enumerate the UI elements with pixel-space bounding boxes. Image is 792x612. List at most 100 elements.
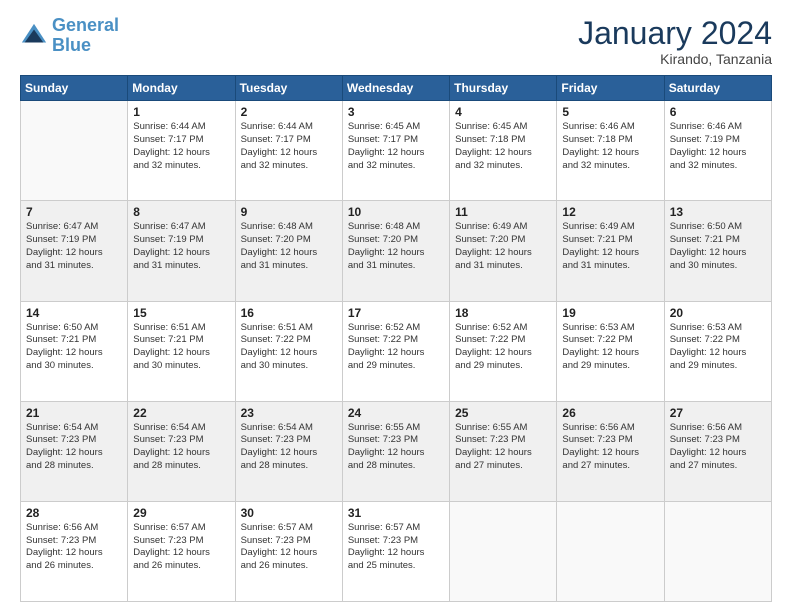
weekday-header-tuesday: Tuesday xyxy=(235,76,342,101)
page: General Blue January 2024 Kirando, Tanza… xyxy=(0,0,792,612)
day-number: 6 xyxy=(670,105,766,119)
day-number: 25 xyxy=(455,406,551,420)
day-info: Sunrise: 6:50 AM Sunset: 7:21 PM Dayligh… xyxy=(26,322,122,373)
logo-blue: Blue xyxy=(52,35,91,55)
day-number: 20 xyxy=(670,306,766,320)
day-cell: 5 Sunrise: 6:46 AM Sunset: 7:18 PM Daylig… xyxy=(557,101,664,201)
day-number: 12 xyxy=(562,205,658,219)
day-cell: 17 Sunrise: 6:52 AM Sunset: 7:22 PM Dayli… xyxy=(342,301,449,401)
day-number: 13 xyxy=(670,205,766,219)
day-info: Sunrise: 6:55 AM Sunset: 7:23 PM Dayligh… xyxy=(455,422,551,473)
day-cell: 28 Sunrise: 6:56 AM Sunset: 7:23 PM Dayli… xyxy=(21,501,128,601)
calendar-table: SundayMondayTuesdayWednesdayThursdayFrid… xyxy=(20,75,772,602)
day-cell: 18Sunrise: 6:52 AM Sunset: 7:22 PM Dayli… xyxy=(450,301,557,401)
day-cell: 22 Sunrise: 6:54 AM Sunset: 7:23 PM Dayli… xyxy=(128,401,235,501)
day-info: Sunrise: 6:56 AM Sunset: 7:23 PM Dayligh… xyxy=(670,422,766,473)
week-row-3: 21 Sunrise: 6:54 AM Sunset: 7:23 PM Dayli… xyxy=(21,401,772,501)
day-info: Sunrise: 6:53 AM Sunset: 7:22 PM Dayligh… xyxy=(670,322,766,373)
day-cell xyxy=(664,501,771,601)
day-info: Sunrise: 6:54 AM Sunset: 7:23 PM Dayligh… xyxy=(26,422,122,473)
day-cell: 12 Sunrise: 6:49 AM Sunset: 7:21 PM Dayli… xyxy=(557,201,664,301)
day-number: 8 xyxy=(133,205,229,219)
day-cell: 2Sunrise: 6:44 AM Sunset: 7:17 PM Daylig… xyxy=(235,101,342,201)
day-info: Sunrise: 6:47 AM Sunset: 7:19 PM Dayligh… xyxy=(26,221,122,272)
day-number: 27 xyxy=(670,406,766,420)
day-number: 11 xyxy=(455,205,551,219)
weekday-header-monday: Monday xyxy=(128,76,235,101)
day-cell: 31 Sunrise: 6:57 AM Sunset: 7:23 PM Dayli… xyxy=(342,501,449,601)
day-cell: 29 Sunrise: 6:57 AM Sunset: 7:23 PM Dayli… xyxy=(128,501,235,601)
day-cell: 1 Sunrise: 6:44 AM Sunset: 7:17 PM Daylig… xyxy=(128,101,235,201)
day-number: 16 xyxy=(241,306,337,320)
logo-icon xyxy=(20,22,48,50)
day-info: Sunrise: 6:49 AM Sunset: 7:21 PM Dayligh… xyxy=(562,221,658,272)
day-info: Sunrise: 6:55 AM Sunset: 7:23 PM Dayligh… xyxy=(348,422,444,473)
day-number: 22 xyxy=(133,406,229,420)
day-info: Sunrise: 6:52 AM Sunset: 7:22 PM Dayligh… xyxy=(348,322,444,373)
day-number: 17 xyxy=(348,306,444,320)
weekday-header-thursday: Thursday xyxy=(450,76,557,101)
day-info: Sunrise: 6:51 AM Sunset: 7:21 PM Dayligh… xyxy=(133,322,229,373)
day-cell: 8Sunrise: 6:47 AM Sunset: 7:19 PM Daylig… xyxy=(128,201,235,301)
day-cell: 27 Sunrise: 6:56 AM Sunset: 7:23 PM Dayli… xyxy=(664,401,771,501)
weekday-header-sunday: Sunday xyxy=(21,76,128,101)
week-row-1: 7 Sunrise: 6:47 AM Sunset: 7:19 PM Daylig… xyxy=(21,201,772,301)
day-cell: 25 Sunrise: 6:55 AM Sunset: 7:23 PM Dayli… xyxy=(450,401,557,501)
day-number: 18 xyxy=(455,306,551,320)
location: Kirando, Tanzania xyxy=(578,51,772,67)
header: General Blue January 2024 Kirando, Tanza… xyxy=(20,16,772,67)
weekday-header-friday: Friday xyxy=(557,76,664,101)
day-info: Sunrise: 6:57 AM Sunset: 7:23 PM Dayligh… xyxy=(133,522,229,573)
day-number: 15 xyxy=(133,306,229,320)
day-info: Sunrise: 6:57 AM Sunset: 7:23 PM Dayligh… xyxy=(348,522,444,573)
day-info: Sunrise: 6:54 AM Sunset: 7:23 PM Dayligh… xyxy=(133,422,229,473)
day-cell: 3Sunrise: 6:45 AM Sunset: 7:17 PM Daylig… xyxy=(342,101,449,201)
day-info: Sunrise: 6:49 AM Sunset: 7:20 PM Dayligh… xyxy=(455,221,551,272)
day-number: 23 xyxy=(241,406,337,420)
week-row-4: 28 Sunrise: 6:56 AM Sunset: 7:23 PM Dayli… xyxy=(21,501,772,601)
logo: General Blue xyxy=(20,16,119,56)
day-cell xyxy=(450,501,557,601)
day-number: 31 xyxy=(348,506,444,520)
day-number: 9 xyxy=(241,205,337,219)
day-info: Sunrise: 6:46 AM Sunset: 7:19 PM Dayligh… xyxy=(670,121,766,172)
day-number: 7 xyxy=(26,205,122,219)
day-number: 21 xyxy=(26,406,122,420)
day-info: Sunrise: 6:53 AM Sunset: 7:22 PM Dayligh… xyxy=(562,322,658,373)
day-cell: 7 Sunrise: 6:47 AM Sunset: 7:19 PM Daylig… xyxy=(21,201,128,301)
day-cell: 23Sunrise: 6:54 AM Sunset: 7:23 PM Dayli… xyxy=(235,401,342,501)
title-block: January 2024 Kirando, Tanzania xyxy=(578,16,772,67)
day-number: 1 xyxy=(133,105,229,119)
day-info: Sunrise: 6:56 AM Sunset: 7:23 PM Dayligh… xyxy=(26,522,122,573)
day-info: Sunrise: 6:51 AM Sunset: 7:22 PM Dayligh… xyxy=(241,322,337,373)
day-cell: 13 Sunrise: 6:50 AM Sunset: 7:21 PM Dayli… xyxy=(664,201,771,301)
weekday-header-saturday: Saturday xyxy=(664,76,771,101)
day-info: Sunrise: 6:45 AM Sunset: 7:17 PM Dayligh… xyxy=(348,121,444,172)
day-cell xyxy=(21,101,128,201)
day-info: Sunrise: 6:48 AM Sunset: 7:20 PM Dayligh… xyxy=(348,221,444,272)
day-cell: 4Sunrise: 6:45 AM Sunset: 7:18 PM Daylig… xyxy=(450,101,557,201)
day-cell: 26Sunrise: 6:56 AM Sunset: 7:23 PM Dayli… xyxy=(557,401,664,501)
month-title: January 2024 xyxy=(578,16,772,51)
day-number: 29 xyxy=(133,506,229,520)
day-cell: 20 Sunrise: 6:53 AM Sunset: 7:22 PM Dayli… xyxy=(664,301,771,401)
day-info: Sunrise: 6:46 AM Sunset: 7:18 PM Dayligh… xyxy=(562,121,658,172)
day-number: 5 xyxy=(562,105,658,119)
day-info: Sunrise: 6:48 AM Sunset: 7:20 PM Dayligh… xyxy=(241,221,337,272)
day-cell: 19Sunrise: 6:53 AM Sunset: 7:22 PM Dayli… xyxy=(557,301,664,401)
day-cell: 6 Sunrise: 6:46 AM Sunset: 7:19 PM Daylig… xyxy=(664,101,771,201)
day-number: 2 xyxy=(241,105,337,119)
day-cell: 24 Sunrise: 6:55 AM Sunset: 7:23 PM Dayli… xyxy=(342,401,449,501)
day-number: 30 xyxy=(241,506,337,520)
day-cell: 21 Sunrise: 6:54 AM Sunset: 7:23 PM Dayli… xyxy=(21,401,128,501)
day-info: Sunrise: 6:50 AM Sunset: 7:21 PM Dayligh… xyxy=(670,221,766,272)
day-info: Sunrise: 6:44 AM Sunset: 7:17 PM Dayligh… xyxy=(133,121,229,172)
day-number: 14 xyxy=(26,306,122,320)
day-number: 28 xyxy=(26,506,122,520)
day-cell: 16 Sunrise: 6:51 AM Sunset: 7:22 PM Dayli… xyxy=(235,301,342,401)
day-number: 24 xyxy=(348,406,444,420)
logo-general: General xyxy=(52,15,119,35)
day-number: 10 xyxy=(348,205,444,219)
day-number: 4 xyxy=(455,105,551,119)
week-row-2: 14 Sunrise: 6:50 AM Sunset: 7:21 PM Dayli… xyxy=(21,301,772,401)
